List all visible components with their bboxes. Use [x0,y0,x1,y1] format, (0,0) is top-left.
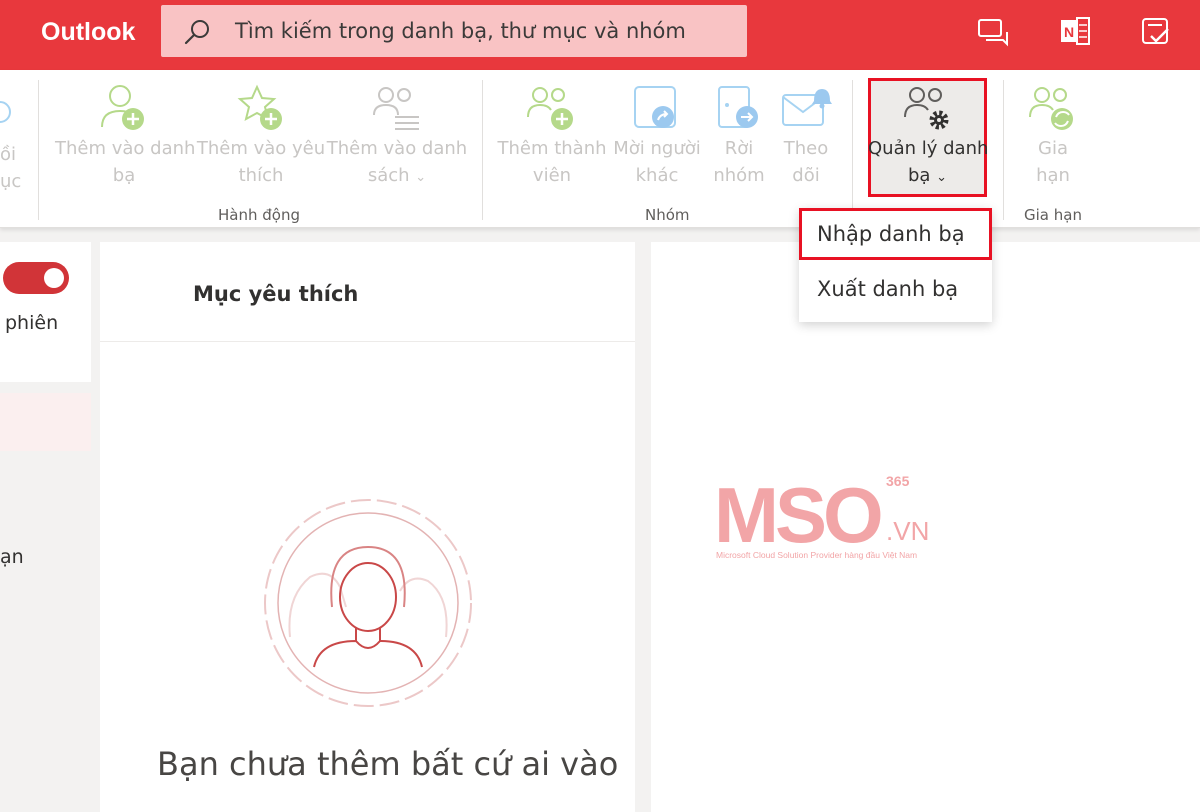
add-to-favorites-label-2: thích [238,165,284,186]
favorite-add-icon [237,84,282,130]
leave-group-icon [718,86,758,128]
group-label-groups: Nhóm [645,206,690,224]
ribbon-divider [852,80,853,220]
people-list-icon [373,87,419,130]
renew-icon [1029,87,1073,130]
add-to-favorites-label-1: Thêm vào yêu [196,138,326,159]
invite-others-label-2: khác [635,165,679,186]
manage-contacts-button[interactable]: Quản lý danh bạ ⌄ [868,83,989,191]
ribbon-divider [482,80,483,220]
add-person-icon [101,85,144,130]
empty-people-illustration [264,499,472,707]
svg-text:.VN: .VN [886,516,929,546]
add-member-icon [527,87,573,130]
follow-label-2: dõi [792,165,820,186]
search-icon [184,20,209,45]
svg-text:N: N [1064,24,1074,40]
chevron-down-icon: ⌄ [415,170,427,185]
left-text-partial-2[interactable]: ạn [0,546,24,568]
mso-watermark-logo: MSO 365 .VN Microsoft Cloud Solution Pro… [714,471,929,560]
onenote-icon[interactable]: N [1057,14,1093,50]
manage-contacts-menu: Nhập danh bạ Xuất danh bạ [799,208,992,322]
leave-group-label-2: nhóm [713,165,765,186]
add-member-button[interactable]: Thêm thành viên [497,83,607,189]
toggle-switch[interactable] [3,262,69,294]
add-member-label-1: Thêm thành [497,138,607,159]
search-placeholder: Tìm kiếm trong danh bạ, thư mục và nhóm [235,19,686,43]
manage-contacts-label-2: bạ ⌄ [907,165,948,186]
group-label-actions: Hành động [218,206,300,224]
add-to-list-button[interactable]: Thêm vào danh sách ⌄ [326,83,468,191]
invite-others-label-1: Mời người [613,138,701,159]
menu-item-label: Xuất danh bạ [817,277,959,301]
svg-text:Microsoft Cloud Solution Provi: Microsoft Cloud Solution Provider hàng đ… [716,550,917,560]
app-header: Outlook Tìm kiếm trong danh bạ, thư mục … [0,0,1200,70]
menu-item-import-contacts[interactable]: Nhập danh bạ [799,208,992,260]
left-selected-item[interactable] [0,393,91,451]
ribbon-divider [38,80,39,220]
partial-ribbon-label: ồi ục [0,144,22,192]
empty-message: Bạn chưa thêm bất cứ ai vào [157,745,619,783]
leave-group-label-1: Rời [724,138,754,159]
invite-icon [634,86,676,128]
manage-contacts-icon [903,87,948,130]
add-to-contacts-label-2: bạ [112,165,136,186]
ribbon-divider [1003,80,1004,220]
add-member-label-2: viên [532,165,572,186]
chat-icon[interactable] [975,14,1011,50]
follow-label-1: Theo [783,138,829,159]
chevron-down-icon: ⌄ [936,170,948,185]
renew-label-2: hạn [1036,165,1070,186]
leave-group-button[interactable]: Rời nhóm [710,83,768,189]
renew-label-1: Gia [1038,138,1068,159]
app-name[interactable]: Outlook [41,18,135,47]
group-label-renew: Gia hạn [1024,206,1082,224]
left-text-partial-1: phiên [5,312,59,334]
renew-button[interactable]: Gia hạn [1022,83,1084,189]
todo-icon[interactable] [1138,14,1174,50]
svg-text:365: 365 [886,473,910,489]
search-box[interactable]: Tìm kiếm trong danh bạ, thư mục và nhóm [161,5,747,57]
add-to-favorites-button[interactable]: Thêm vào yêu thích [196,83,326,189]
add-to-list-label-1: Thêm vào danh [326,138,468,159]
invite-others-button[interactable]: Mời người khác [611,83,703,189]
favorites-title: Mục yêu thích [193,282,359,306]
manage-contacts-label-1: Quản lý danh [868,138,989,159]
follow-icon [782,89,832,126]
menu-item-export-contacts[interactable]: Xuất danh bạ [799,263,992,315]
add-to-list-label-2: sách ⌄ [367,165,427,186]
partial-ribbon-icon [0,101,11,123]
divider [100,341,635,342]
add-to-contacts-label-1: Thêm vào danh [55,138,196,159]
follow-button[interactable]: Theo dõi [776,83,836,189]
menu-item-label: Nhập danh bạ [817,222,965,246]
add-to-contacts-button[interactable]: Thêm vào danh bạ [55,83,196,189]
svg-text:MSO: MSO [714,471,881,559]
